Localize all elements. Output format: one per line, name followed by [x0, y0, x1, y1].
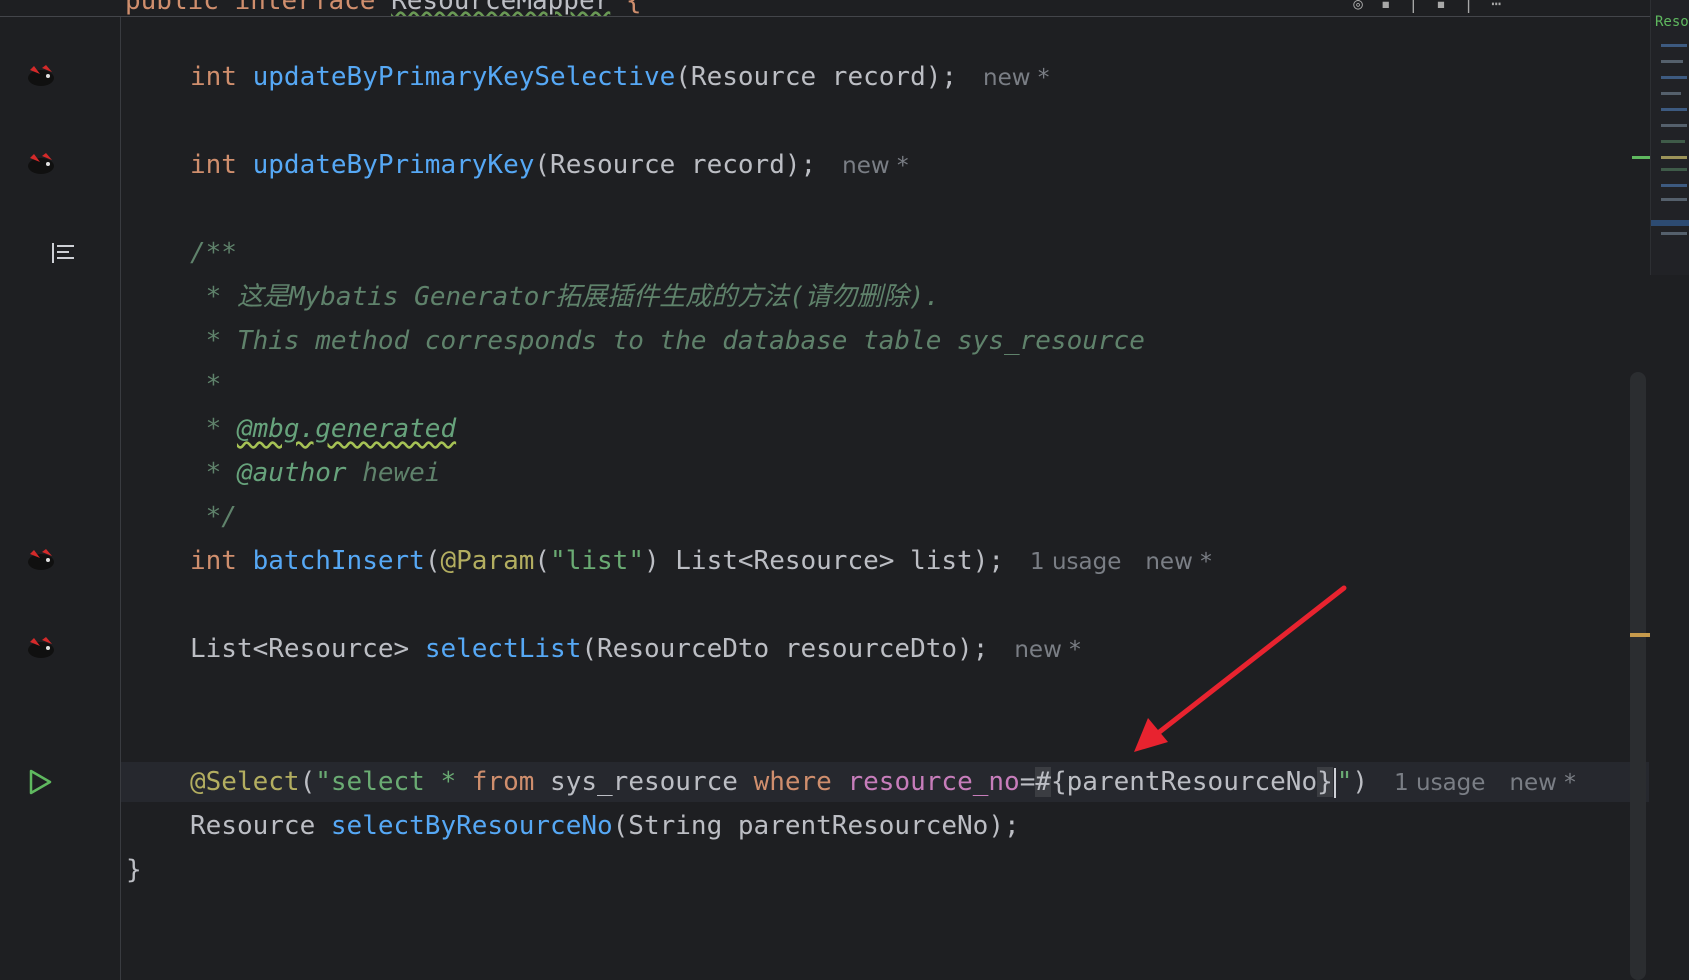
doc-prefix: *: [190, 458, 237, 488]
code-text: (ResourceDto resourceDto);: [581, 634, 989, 664]
breadcrumb-keyword: public interface: [125, 0, 392, 16]
mybatis-bird-icon[interactable]: [26, 636, 56, 660]
param-hash: #: [1035, 767, 1051, 797]
paren: (: [424, 546, 441, 576]
breadcrumb-brace: {: [610, 0, 642, 16]
code-text: (Resource record);: [675, 62, 958, 92]
keyword: int: [190, 546, 237, 576]
minimap-label: Reso: [1655, 14, 1689, 30]
doc-comment-line[interactable]: *: [190, 365, 222, 405]
annotation[interactable]: @Select: [190, 767, 300, 797]
doc-tag[interactable]: @mbg.generated: [237, 414, 456, 444]
closing-brace: }: [126, 855, 142, 885]
code-line[interactable]: int updateByPrimaryKey(Resource record);…: [190, 145, 909, 185]
author-hint[interactable]: new *: [1014, 637, 1080, 663]
author-hint[interactable]: new *: [983, 65, 1049, 91]
keyword: int: [190, 150, 237, 180]
change-marker[interactable]: [1632, 156, 1650, 159]
sql-keyword: from: [471, 767, 535, 797]
author-hint[interactable]: new *: [842, 153, 908, 179]
sql-text: sys_resource: [534, 767, 754, 797]
paren: (: [534, 546, 551, 576]
author-hint[interactable]: new *: [1509, 770, 1575, 796]
scroll-marker[interactable]: [1630, 633, 1650, 637]
paren: ): [1352, 767, 1369, 797]
toolbar-icons[interactable]: ◎▪|▪|⋯: [1353, 0, 1519, 13]
usage-hint[interactable]: 1 usage: [1394, 770, 1485, 796]
method-name[interactable]: updateByPrimaryKey: [253, 150, 535, 180]
sql-keyword: where: [753, 767, 832, 797]
return-type: List<Resource>: [190, 634, 425, 664]
author-hint[interactable]: new *: [1145, 549, 1211, 575]
run-play-icon[interactable]: [26, 768, 54, 796]
breadcrumb: public interface ResourceMapper {: [125, 0, 642, 16]
rendered-doc-icon[interactable]: [50, 242, 76, 264]
sql-column: resource_no: [847, 767, 1020, 797]
doc-comment-line[interactable]: * 这是Mybatis Generator拓展插件生成的方法(请勿删除).: [190, 277, 940, 317]
param-brace: {: [1051, 767, 1067, 797]
method-name[interactable]: selectList: [425, 634, 582, 664]
mybatis-bird-icon[interactable]: [26, 548, 56, 572]
code-text: ) List<Resource> list);: [643, 546, 1004, 576]
return-type: Resource: [190, 811, 331, 841]
code-text: (String parentResourceNo);: [612, 811, 1020, 841]
code-line[interactable]: int batchInsert(@Param("list") List<Reso…: [190, 541, 1212, 581]
code-line[interactable]: Resource selectByResourceNo(String paren…: [190, 806, 1020, 846]
doc-comment-open[interactable]: /**: [190, 233, 237, 273]
param-brace: }: [1317, 767, 1333, 797]
doc-comment-line[interactable]: * This method corresponds to the databas…: [190, 321, 1145, 361]
breadcrumb-class-name[interactable]: ResourceMapper: [391, 0, 610, 16]
code-line-current[interactable]: @Select("select * from sys_resource wher…: [190, 762, 1576, 802]
text-cursor: [1333, 767, 1336, 798]
minimap[interactable]: Reso: [1650, 0, 1689, 275]
doc-prefix: *: [190, 414, 237, 444]
doc-text: hewei: [346, 458, 441, 488]
breadcrumb-bar: public interface ResourceMapper { ◎▪|▪|⋯: [0, 0, 1689, 17]
vertical-scrollbar[interactable]: [1630, 372, 1646, 980]
doc-comment-close[interactable]: */: [190, 497, 237, 537]
annotation[interactable]: @Param: [440, 546, 534, 576]
method-name[interactable]: batchInsert: [253, 546, 425, 576]
keyword: int: [190, 62, 237, 92]
mybatis-bird-icon[interactable]: [26, 152, 56, 176]
gutter: [0, 0, 121, 980]
code-text: (Resource record);: [534, 150, 817, 180]
paren: (: [299, 767, 316, 797]
param-name: parentResourceNo: [1066, 767, 1318, 797]
sql-operator: =: [1019, 767, 1036, 797]
string-literal: "list": [550, 546, 644, 576]
code-line[interactable]: List<Resource> selectList(ResourceDto re…: [190, 629, 1081, 669]
method-name[interactable]: updateByPrimaryKeySelective: [253, 62, 676, 92]
mybatis-bird-icon[interactable]: [26, 64, 56, 88]
doc-tag[interactable]: @author: [237, 458, 347, 488]
doc-comment-line[interactable]: * @mbg.generated: [190, 409, 456, 449]
code-line[interactable]: int updateByPrimaryKeySelective(Resource…: [190, 57, 1049, 97]
doc-comment-line[interactable]: * @author hewei: [190, 453, 441, 493]
code-editor[interactable]: public interface ResourceMapper { ◎▪|▪|⋯…: [0, 0, 1689, 980]
red-arrow-annotation: [1134, 585, 1347, 752]
method-name[interactable]: selectByResourceNo: [331, 811, 613, 841]
string-quote: ": [1336, 767, 1353, 797]
string-literal: "select *: [315, 767, 472, 797]
usage-hint[interactable]: 1 usage: [1030, 549, 1121, 575]
